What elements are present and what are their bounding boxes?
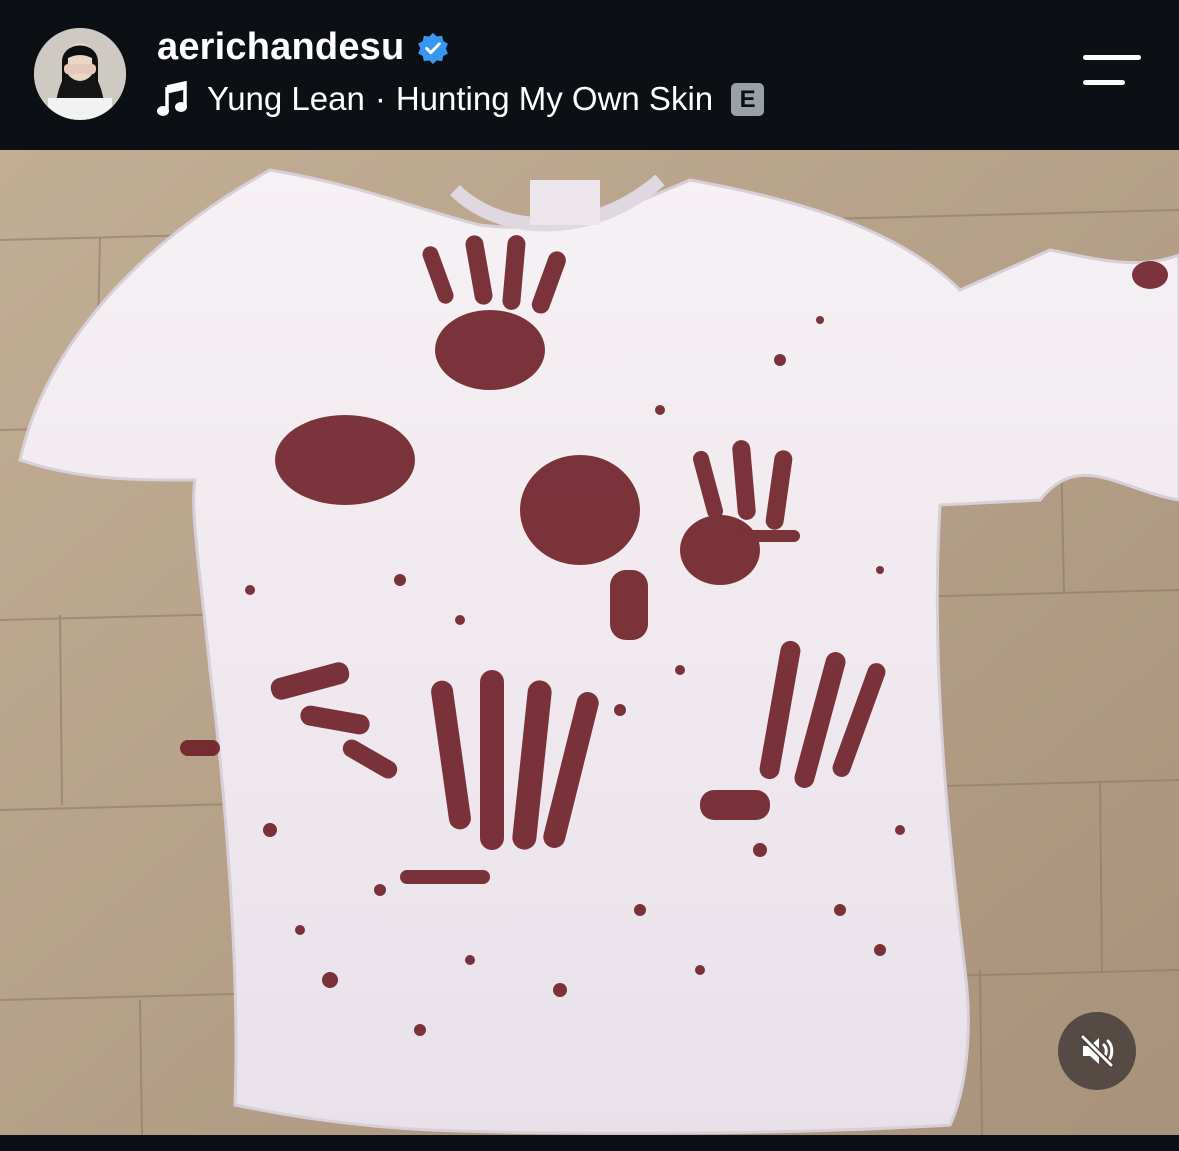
audio-track-title: Hunting My Own Skin — [395, 80, 714, 117]
hamburger-menu-icon[interactable] — [1080, 52, 1144, 88]
post-media[interactable] — [0, 150, 1179, 1135]
username[interactable]: aerichandesu — [157, 26, 404, 69]
audio-attribution[interactable]: Yung Lean · Hunting My Own Skin E — [157, 80, 765, 118]
speaker-muted-icon — [1080, 1034, 1114, 1068]
neck-label — [530, 180, 600, 225]
avatar[interactable] — [34, 28, 126, 120]
audio-artist: Yung Lean — [207, 80, 365, 117]
story-header: aerichandesu Yung Lean · Hunting My Own … — [0, 0, 1179, 150]
shirt-photo — [0, 150, 1179, 1135]
music-note-icon — [157, 81, 187, 116]
audio-separator: · — [374, 80, 386, 117]
explicit-badge: E — [731, 82, 765, 116]
story-viewer: aerichandesu Yung Lean · Hunting My Own … — [0, 0, 1179, 1151]
mute-toggle-button[interactable] — [1058, 1012, 1136, 1090]
verified-badge-icon — [418, 32, 449, 64]
avatar-image — [34, 28, 126, 120]
username-row: aerichandesu — [157, 26, 450, 69]
bottom-edge — [0, 1135, 1179, 1151]
